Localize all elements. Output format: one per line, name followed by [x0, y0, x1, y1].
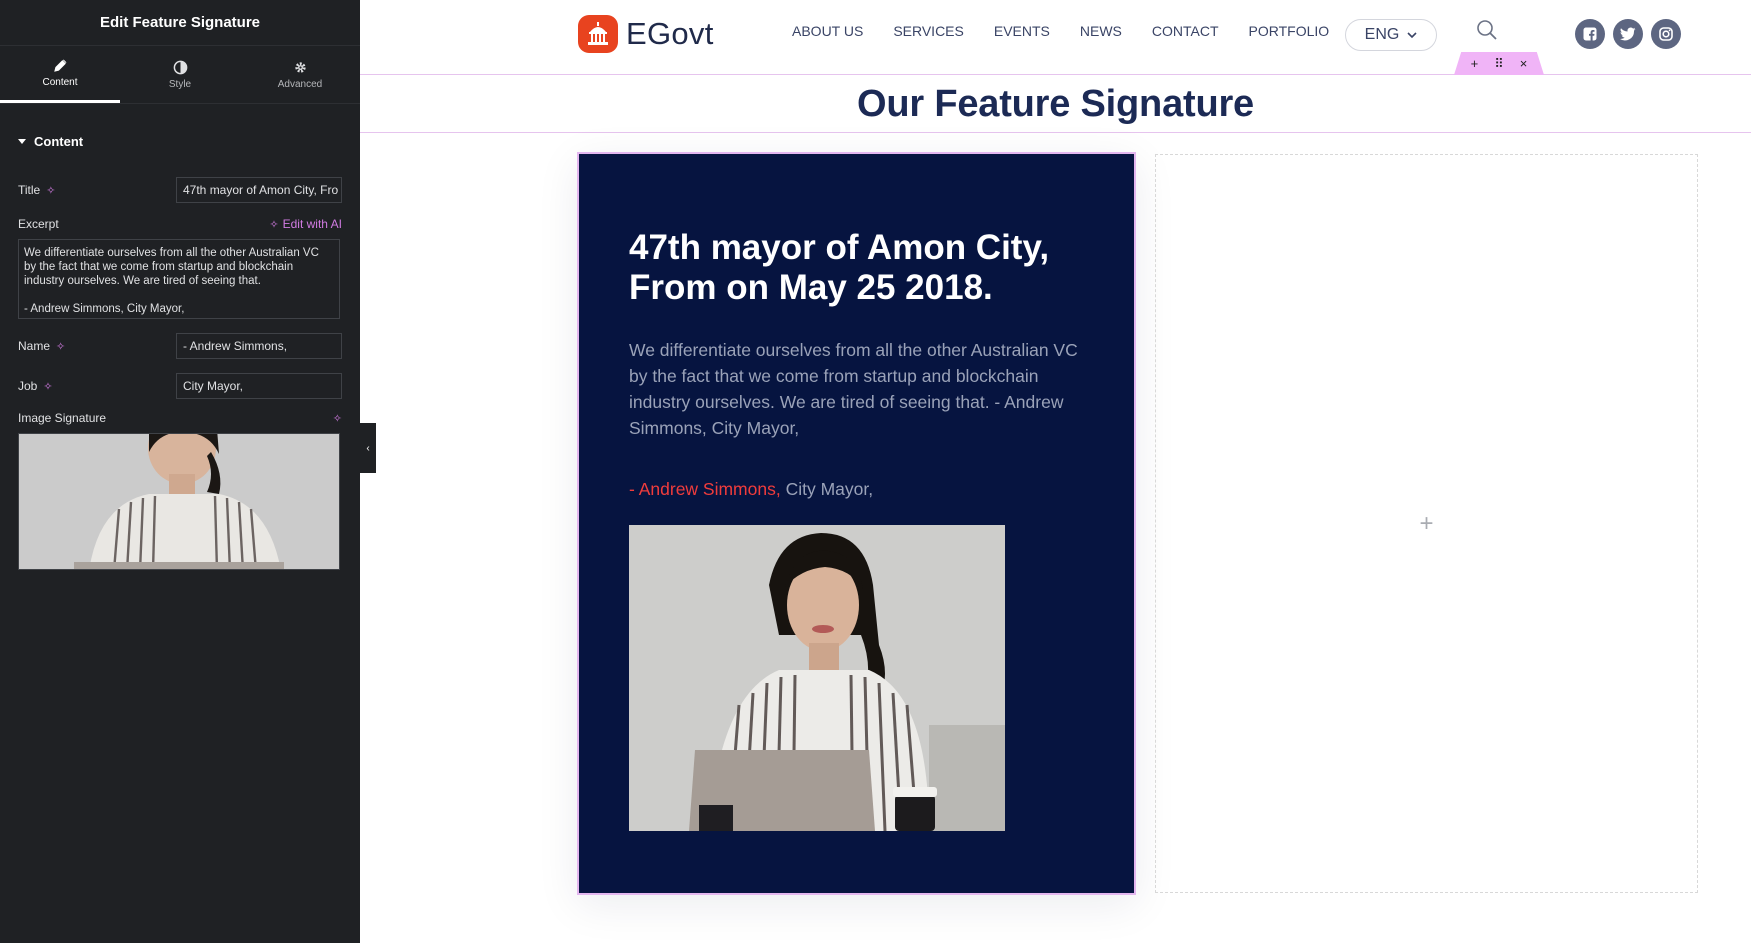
add-section-icon[interactable]: +: [1471, 56, 1479, 71]
instagram-icon[interactable]: [1651, 19, 1681, 49]
panel-tabs: Content Style Advanced: [0, 46, 360, 104]
job-label: Job: [18, 379, 38, 393]
page-title: Our Feature Signature: [857, 82, 1254, 125]
excerpt-control: Excerpt ✧ Edit with AI: [0, 217, 360, 231]
name-label: Name: [18, 339, 51, 353]
woman-portrait-photo: [629, 525, 1005, 831]
editor-panel: Edit Feature Signature Content Style Adv…: [0, 0, 360, 943]
woman-photo-thumbnail: [19, 434, 339, 569]
card-byline: - Andrew Simmons, City Mayor,: [629, 479, 873, 500]
language-value: ENG: [1364, 26, 1400, 43]
section-title-label: Content: [34, 134, 84, 149]
title-input[interactable]: 47th mayor of Amon City, Fro: [176, 177, 342, 203]
site-header: EGovt ABOUT US SERVICES EVENTS NEWS CONT…: [360, 0, 1751, 75]
title-label: Title: [18, 183, 41, 197]
tab-content[interactable]: Content: [0, 46, 120, 103]
ai-sparkle-icon: ✧: [269, 218, 279, 231]
nav-item-events[interactable]: EVENTS: [994, 23, 1050, 39]
close-icon[interactable]: ×: [1520, 56, 1528, 71]
signature-image: [629, 525, 1005, 831]
panel-title: Edit Feature Signature: [0, 0, 360, 46]
nav-item-news[interactable]: NEWS: [1080, 23, 1122, 39]
add-element-placeholder[interactable]: +: [1155, 154, 1698, 893]
section-handle: + ⠿ ×: [1454, 52, 1544, 75]
tab-advanced[interactable]: Advanced: [240, 46, 360, 103]
name-control: Name ✧ - Andrew Simmons,: [0, 333, 360, 359]
title-control: Title ✧ 47th mayor of Amon City, Fro: [0, 177, 360, 203]
signature-name: - Andrew Simmons,: [629, 479, 781, 499]
job-input[interactable]: City Mayor,: [176, 373, 342, 399]
search-icon[interactable]: [1475, 18, 1499, 47]
excerpt-textarea[interactable]: We differentiate ourselves from all the …: [18, 239, 340, 319]
name-input[interactable]: - Andrew Simmons,: [176, 333, 342, 359]
language-selector[interactable]: ENG: [1345, 19, 1437, 51]
card-excerpt: We differentiate ourselves from all the …: [629, 340, 1078, 438]
excerpt-label: Excerpt: [18, 217, 59, 231]
half-circle-icon: [173, 60, 187, 74]
nav-item-contact[interactable]: CONTACT: [1152, 23, 1219, 39]
logo-text: EGovt: [626, 16, 714, 51]
site-logo[interactable]: EGovt: [578, 15, 714, 53]
ai-sparkle-icon[interactable]: ✧: [46, 184, 55, 197]
image-signature-preview[interactable]: [18, 433, 340, 570]
tab-style[interactable]: Style: [120, 46, 240, 103]
image-signature-control: Image Signature ✧: [0, 411, 360, 425]
twitter-icon[interactable]: [1613, 19, 1643, 49]
nav-item-about-us[interactable]: ABOUT US: [792, 23, 863, 39]
edit-with-ai-label: Edit with AI: [282, 217, 342, 231]
card-title: 47th mayor of Amon City, From on May 25 …: [629, 228, 1050, 307]
tab-style-label: Style: [168, 78, 192, 90]
social-links: [1575, 19, 1681, 49]
tab-content-label: Content: [42, 77, 78, 88]
feature-signature-card[interactable]: 47th mayor of Amon City, From on May 25 …: [577, 152, 1136, 895]
capitol-icon: [578, 15, 618, 53]
gear-icon: [294, 61, 306, 73]
page-title-section: Our Feature Signature: [360, 76, 1751, 133]
main-nav: ABOUT US SERVICES EVENTS NEWS CONTACT PO…: [792, 23, 1329, 39]
nav-item-portfolio[interactable]: PORTFOLIO: [1249, 23, 1330, 39]
drag-handle-icon[interactable]: ⠿: [1494, 56, 1504, 72]
ai-sparkle-icon[interactable]: ✧: [43, 380, 52, 393]
content-section-toggle[interactable]: Content: [0, 104, 360, 161]
edit-with-ai-button[interactable]: ✧ Edit with AI: [269, 217, 342, 231]
caret-down-icon: [18, 139, 26, 144]
facebook-icon[interactable]: [1575, 19, 1605, 49]
job-control: Job ✧ City Mayor,: [0, 373, 360, 399]
panel-collapse-toggle[interactable]: ‹: [360, 423, 376, 473]
signature-job: City Mayor,: [780, 479, 874, 499]
ai-sparkle-icon[interactable]: ✧: [56, 340, 65, 353]
image-signature-label: Image Signature: [18, 411, 107, 425]
chevron-down-icon: [1407, 32, 1417, 39]
ai-sparkle-icon[interactable]: ✧: [333, 412, 342, 425]
nav-item-services[interactable]: SERVICES: [893, 23, 964, 39]
tab-advanced-label: Advanced: [277, 78, 323, 90]
pencil-icon: [53, 59, 66, 72]
